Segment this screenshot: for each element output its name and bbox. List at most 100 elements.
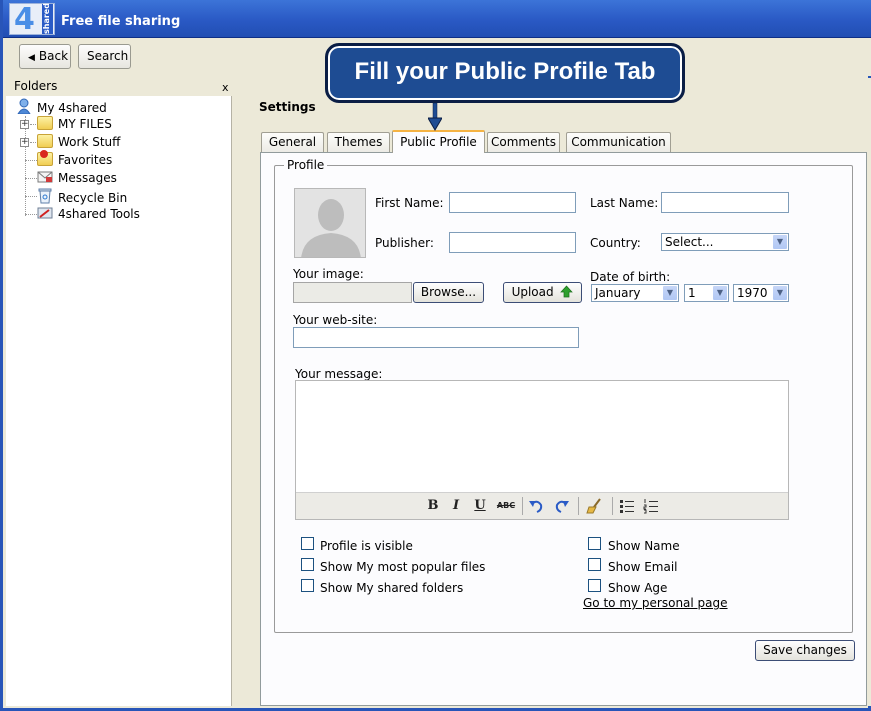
dob-label: Date of birth:: [590, 270, 671, 284]
tree-item-label: MY FILES: [58, 117, 112, 131]
profile-visible-label: Profile is visible: [320, 539, 413, 553]
show-shared-folders-label: Show My shared folders: [320, 581, 464, 595]
tree-item-label: Messages: [58, 171, 117, 185]
first-name-label: First Name:: [375, 196, 444, 210]
first-name-field[interactable]: [449, 192, 576, 213]
tab-public-profile[interactable]: Public Profile: [392, 130, 485, 153]
tree-line: [25, 196, 37, 197]
tab-communication[interactable]: Communication: [566, 132, 671, 152]
show-email-checkbox[interactable]: [588, 558, 601, 571]
strikethrough-button[interactable]: ABC: [495, 498, 517, 514]
dob-year-select[interactable]: 1970 ▼: [733, 284, 789, 302]
message-label: Your message:: [295, 367, 383, 381]
tab-content: Profile First Name: Last Name: Publisher…: [260, 152, 867, 706]
expand-icon[interactable]: +: [20, 138, 29, 147]
last-name-field[interactable]: [661, 192, 789, 213]
logo-text: shared: [42, 3, 53, 34]
back-button-label: Back: [38, 49, 69, 63]
bullet-list-icon[interactable]: [619, 498, 635, 514]
image-label: Your image:: [293, 267, 364, 281]
country-label: Country:: [590, 236, 641, 250]
dob-day-select[interactable]: 1 ▼: [684, 284, 729, 302]
show-name-label: Show Name: [608, 539, 680, 553]
dob-month-select[interactable]: January ▼: [591, 284, 679, 302]
bold-button[interactable]: B: [426, 498, 440, 514]
chevron-down-icon: ▼: [713, 286, 727, 300]
website-label: Your web-site:: [293, 313, 378, 327]
browse-button[interactable]: Browse...: [413, 282, 484, 303]
profile-visible-checkbox[interactable]: [301, 537, 314, 550]
toolbar-separator: [522, 497, 523, 515]
expand-icon[interactable]: +: [20, 120, 29, 129]
tree-item-label: My 4shared: [37, 101, 107, 115]
website-field[interactable]: [293, 327, 579, 348]
show-popular-files-label: Show My most popular files: [320, 560, 486, 574]
toolbar-separator: [578, 497, 579, 515]
app-title: Free file sharing: [61, 14, 181, 29]
tree-item-4shared-tools[interactable]: 4shared Tools: [37, 206, 140, 222]
tree-item-messages[interactable]: Messages: [37, 170, 117, 186]
tree-line: [25, 160, 37, 161]
upload-button[interactable]: Upload: [503, 282, 582, 303]
folders-panel-header: Folders x: [6, 78, 232, 96]
underline-button[interactable]: U: [473, 498, 487, 514]
tree-item-label: Recycle Bin: [58, 191, 128, 205]
search-button[interactable]: Search: [78, 44, 131, 69]
callout-text: Fill your Public Profile Tab: [354, 58, 656, 85]
italic-button[interactable]: I: [449, 498, 463, 514]
folder-tree: My 4shared + MY FILES + Work Stuff Favor…: [6, 96, 232, 706]
tree-item-label: Work Stuff: [58, 135, 121, 149]
main-panel: Settings General Themes Public Profile C…: [233, 78, 871, 706]
save-changes-button[interactable]: Save changes: [755, 640, 855, 661]
image-path-field[interactable]: [293, 282, 412, 303]
back-arrow-icon: ◀: [28, 53, 35, 63]
title-bar: 4 shared Free file sharing: [3, 0, 871, 38]
back-button[interactable]: ◀ Back: [19, 44, 71, 69]
folder-icon: [37, 134, 53, 148]
numbered-list-icon[interactable]: [643, 498, 659, 514]
tree-line: [25, 116, 26, 216]
logo-number: 4: [14, 2, 35, 37]
tab-themes[interactable]: Themes: [327, 132, 390, 152]
show-age-checkbox[interactable]: [588, 579, 601, 592]
chevron-down-icon: ▼: [773, 235, 787, 249]
show-age-label: Show Age: [608, 581, 668, 595]
redo-icon[interactable]: [554, 498, 570, 514]
profile-legend: Profile: [284, 158, 328, 172]
tab-general[interactable]: General: [261, 132, 324, 152]
show-popular-files-checkbox[interactable]: [301, 558, 314, 571]
tree-line: [25, 178, 37, 179]
tree-item-label: 4shared Tools: [58, 207, 140, 221]
tree-item-work-stuff[interactable]: Work Stuff: [37, 134, 120, 150]
avatar: [294, 188, 366, 258]
last-name-label: Last Name:: [590, 196, 659, 210]
tutorial-callout: Fill your Public Profile Tab: [325, 43, 685, 103]
callout-arrow-icon: [428, 103, 442, 131]
tree-item-my-files[interactable]: MY FILES: [37, 116, 112, 132]
editor-toolbar: B I U ABC: [296, 492, 788, 519]
tree-item-recycle-bin[interactable]: Recycle Bin: [37, 188, 128, 205]
show-email-label: Show Email: [608, 560, 678, 574]
personal-page-link[interactable]: Go to my personal page: [583, 596, 728, 610]
profile-group: Profile First Name: Last Name: Publisher…: [274, 158, 853, 633]
user-icon: [16, 98, 32, 115]
message-text[interactable]: [300, 385, 784, 485]
country-select[interactable]: Select... ▼: [661, 233, 789, 251]
dob-day-value: 1: [688, 286, 696, 300]
message-editor[interactable]: B I U ABC: [295, 380, 789, 520]
publisher-label: Publisher:: [375, 236, 434, 250]
undo-icon[interactable]: [528, 498, 544, 514]
tab-comments[interactable]: Comments: [487, 132, 560, 152]
clean-format-icon[interactable]: [586, 498, 604, 514]
show-name-checkbox[interactable]: [588, 537, 601, 550]
show-shared-folders-checkbox[interactable]: [301, 579, 314, 592]
toolbar-separator: [612, 497, 613, 515]
tree-item-my-4shared[interactable]: My 4shared: [16, 98, 107, 115]
close-panel-button[interactable]: x: [222, 81, 229, 94]
folder-icon: [37, 116, 53, 130]
page-title: Settings: [259, 100, 316, 114]
chevron-down-icon: ▼: [773, 286, 787, 300]
dob-year-value: 1970: [737, 286, 768, 300]
tree-item-favorites[interactable]: Favorites: [37, 150, 112, 168]
publisher-field[interactable]: [449, 232, 576, 253]
